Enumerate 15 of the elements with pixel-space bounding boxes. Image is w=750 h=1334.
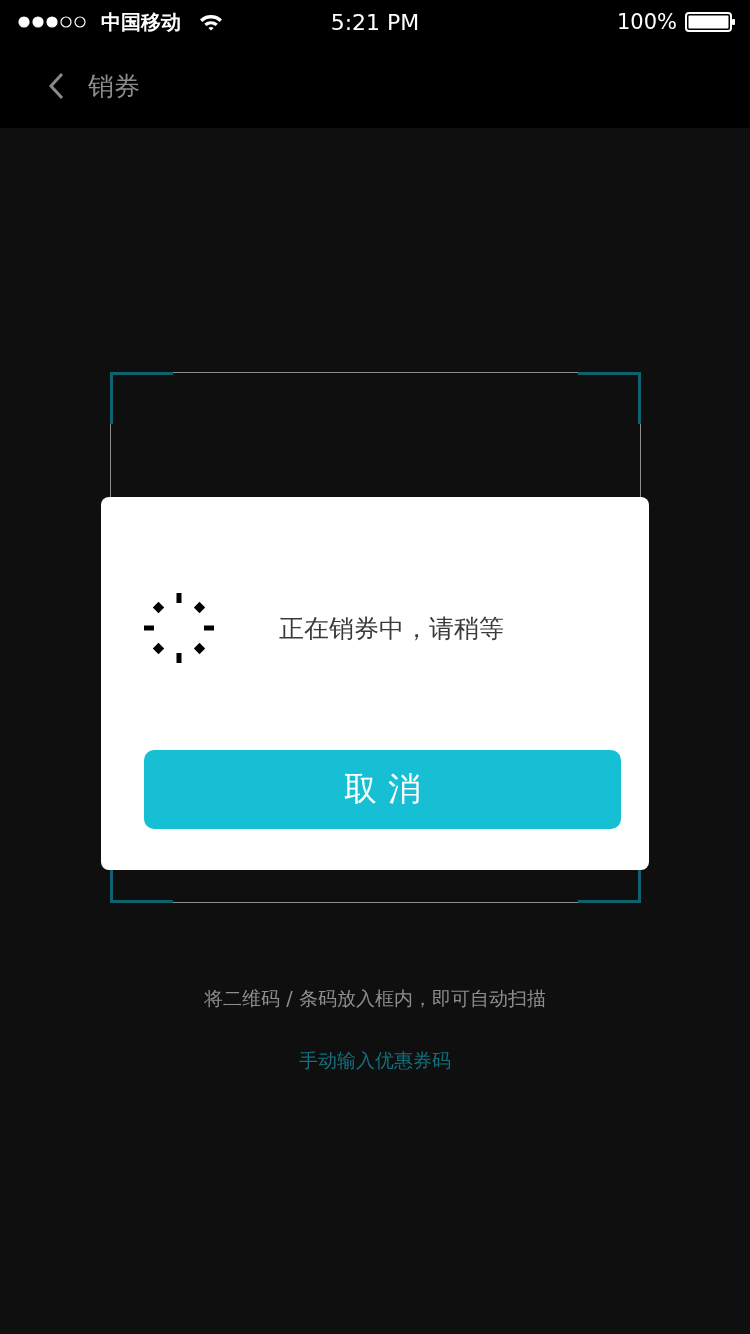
manual-entry-link[interactable]: 手动输入优惠券码 (299, 1047, 451, 1073)
loading-message: 正在销券中，请稍等 (279, 612, 504, 645)
battery-icon (685, 12, 735, 32)
clock-time: 5:21 PM (330, 9, 420, 35)
signal-strength-icon (18, 16, 86, 28)
corner-bracket-icon (109, 372, 173, 424)
scan-hint-text: 将二维码 / 条码放入框内，即可自动扫描 (204, 986, 546, 1011)
cancel-button[interactable]: 取 消 (144, 750, 621, 829)
carrier-name: 中国移动 (101, 8, 181, 36)
wifi-icon (199, 13, 223, 31)
page-title: 销券 (88, 69, 140, 103)
battery-percentage: 100% (616, 10, 677, 34)
corner-bracket-icon (577, 372, 641, 424)
back-chevron-icon[interactable] (48, 72, 64, 100)
loading-spinner-icon (144, 593, 214, 663)
